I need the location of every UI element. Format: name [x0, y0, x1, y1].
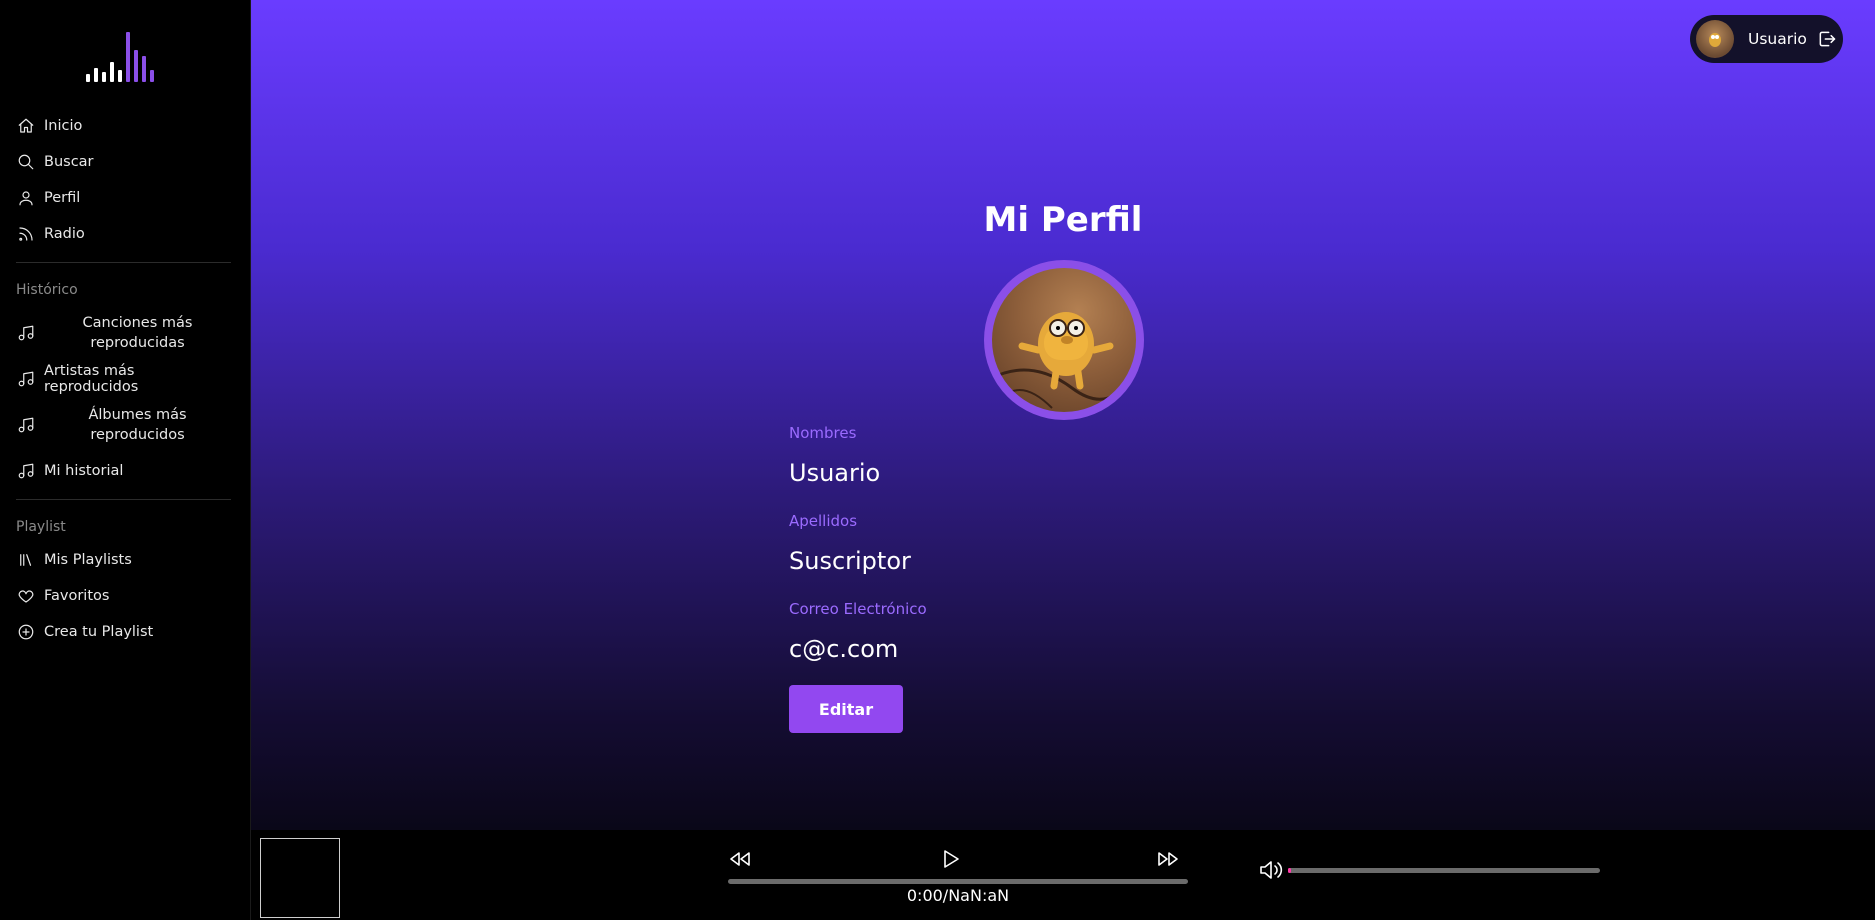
section-title-historico: Histórico	[16, 282, 78, 298]
sidebar-item-radio[interactable]: Radio	[16, 216, 231, 252]
field-value-apellidos: Suscriptor	[789, 547, 911, 575]
track-time: 0:00/NaN:aN	[906, 886, 1010, 905]
user-icon	[16, 188, 36, 208]
user-menu[interactable]: Usuario	[1690, 15, 1843, 63]
sidebar-item-buscar[interactable]: Buscar	[16, 144, 231, 180]
plus-circle-icon	[16, 622, 36, 642]
avatar	[1696, 20, 1734, 58]
sidebar-item-label: Crea tu Playlist	[44, 624, 154, 640]
field-label-email: Correo Electrónico	[789, 600, 927, 618]
player-bar: 0:00/NaN:aN	[251, 830, 1875, 920]
play-icon[interactable]	[937, 846, 963, 872]
volume-slider[interactable]	[1288, 868, 1600, 873]
fast-forward-icon[interactable]	[1155, 846, 1181, 872]
edit-button[interactable]: Editar	[789, 685, 903, 733]
music-note-icon	[16, 323, 36, 343]
sidebar-item-label: Radio	[44, 226, 85, 242]
sidebar-item-label: Buscar	[44, 154, 94, 170]
track-progress-bar[interactable]	[728, 879, 1188, 884]
sidebar: Inicio Buscar Perfil Radio Histórico Can…	[0, 0, 251, 920]
field-label-apellidos: Apellidos	[789, 512, 858, 530]
sidebar-item-history[interactable]: Mi historial	[16, 453, 231, 489]
home-icon	[16, 116, 36, 136]
app-logo[interactable]	[84, 30, 164, 82]
sidebar-item-my-playlists[interactable]: Mis Playlists	[16, 542, 231, 578]
profile-image	[992, 268, 1136, 412]
main-content: Usuario Mi Perfil Nombres Usuario Apelli…	[251, 0, 1875, 830]
search-icon	[16, 152, 36, 172]
sidebar-item-label: Mi historial	[44, 463, 124, 479]
sidebar-item-inicio[interactable]: Inicio	[16, 108, 231, 144]
sidebar-item-top-artists[interactable]: Artistas más reproducidos	[16, 361, 231, 397]
sidebar-item-label: Inicio	[44, 118, 83, 134]
music-note-icon	[16, 415, 36, 435]
sidebar-item-label: Artistas más reproducidos	[44, 363, 139, 395]
sidebar-item-top-songs[interactable]: Canciones más reproducidas	[16, 309, 231, 357]
field-label-nombres: Nombres	[789, 424, 857, 442]
sidebar-nav: Inicio Buscar Perfil Radio Histórico Can…	[16, 108, 231, 650]
volume-icon[interactable]	[1257, 857, 1283, 883]
user-name: Usuario	[1748, 30, 1807, 48]
sidebar-divider	[16, 499, 231, 500]
section-title-playlist: Playlist	[16, 519, 66, 535]
profile-picture	[984, 260, 1144, 420]
heart-icon	[16, 586, 36, 606]
sidebar-item-label: Mis Playlists	[44, 552, 132, 568]
profile-character-icon	[992, 312, 1136, 409]
rss-icon	[16, 224, 36, 244]
sidebar-item-label: Álbumes más reproducidos	[88, 407, 187, 443]
track-cover	[260, 838, 340, 918]
field-value-email: c@c.com	[789, 635, 899, 663]
rewind-icon[interactable]	[727, 846, 753, 872]
field-value-nombres: Usuario	[789, 459, 881, 487]
sidebar-item-create-playlist[interactable]: Crea tu Playlist	[16, 614, 231, 650]
sidebar-item-favorites[interactable]: Favoritos	[16, 578, 231, 614]
music-note-icon	[16, 369, 36, 389]
volume-slider-fill	[1288, 868, 1292, 873]
page-title: Mi Perfil	[983, 200, 1143, 240]
library-icon	[16, 550, 36, 570]
logout-icon[interactable]	[1817, 29, 1837, 49]
sidebar-item-top-albums[interactable]: Álbumes más reproducidos	[16, 401, 231, 449]
sidebar-item-label: Favoritos	[44, 588, 110, 604]
music-note-icon	[16, 461, 36, 481]
sidebar-item-perfil[interactable]: Perfil	[16, 180, 231, 216]
avatar-character-icon	[1709, 33, 1721, 47]
sidebar-divider	[16, 262, 231, 263]
sidebar-item-label: Perfil	[44, 190, 81, 206]
sidebar-item-label: Canciones más reproducidas	[82, 315, 193, 351]
